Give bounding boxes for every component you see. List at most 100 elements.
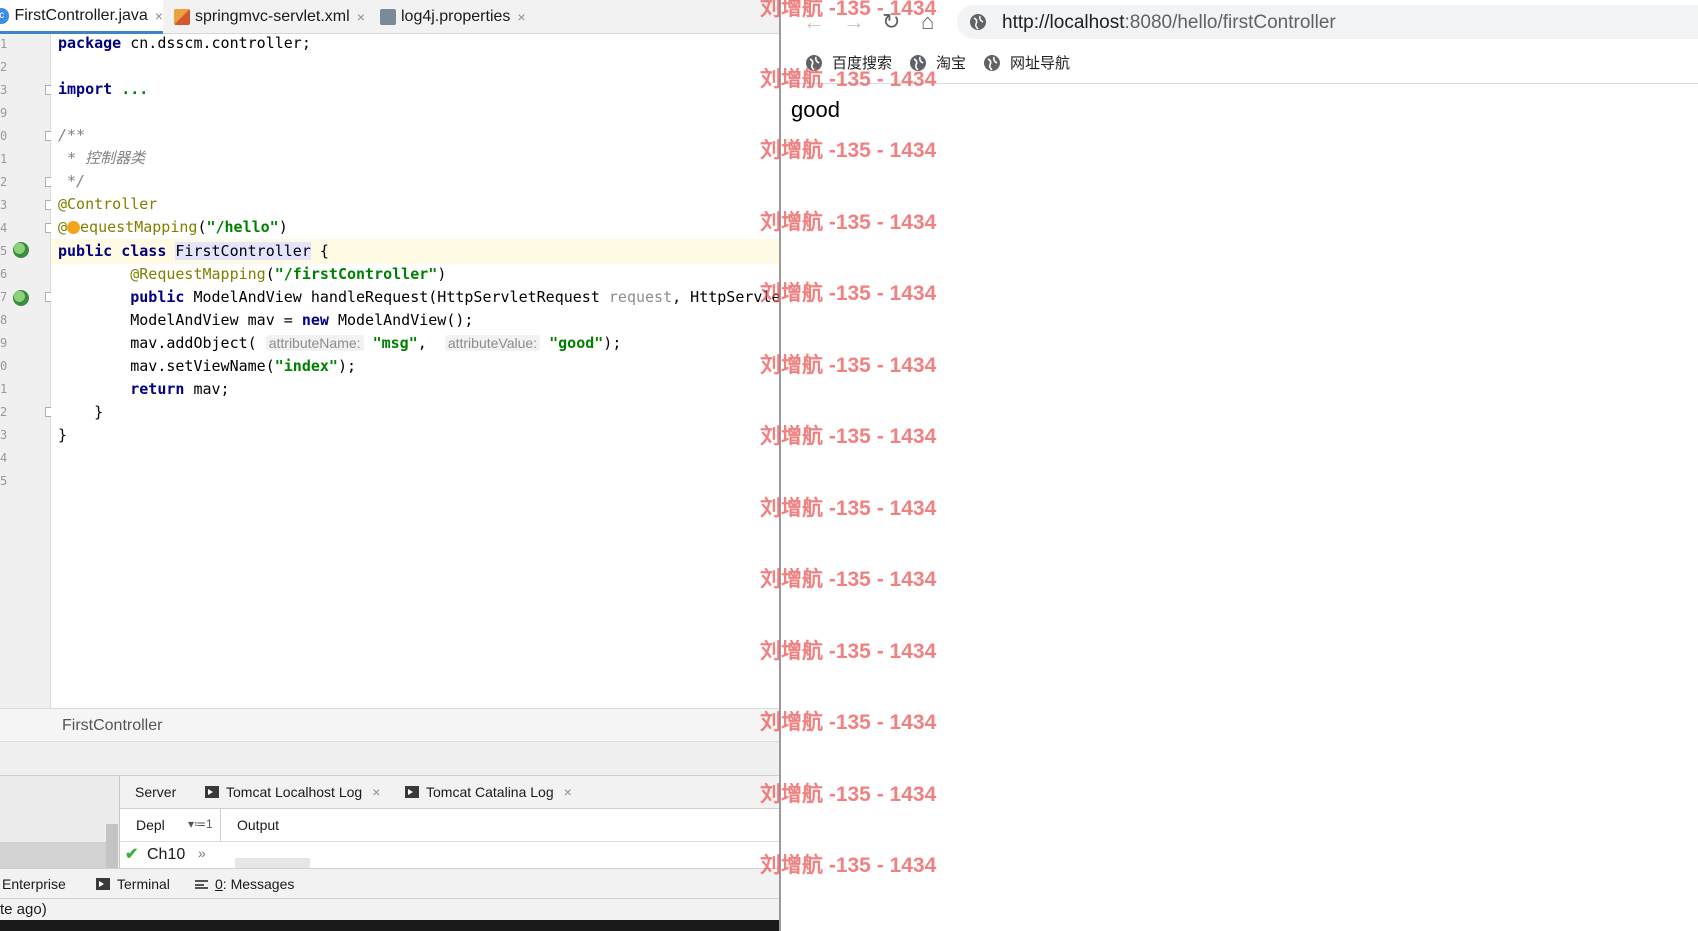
tab-server[interactable]: Server xyxy=(135,784,176,800)
run-gutter-icon[interactable] xyxy=(13,290,29,306)
line-number: 2 xyxy=(0,405,8,419)
bookmark-item[interactable]: 淘宝 xyxy=(909,52,966,73)
code-line: */ xyxy=(58,172,86,190)
line-number: 2 xyxy=(0,60,8,74)
editor-gutter: 1 2 3 9 0 1 2 3 4 5 6 7 8 9 0 1 2 3 4 5 xyxy=(0,34,55,708)
code-line: mav.addObject( attributeName: "msg", att… xyxy=(130,334,622,352)
xml-file-icon xyxy=(174,9,190,25)
parameter-hint: attributeValue: xyxy=(444,335,541,351)
code-line: public class FirstController { xyxy=(58,242,329,260)
code-editor[interactable]: package cn.dsscm.controller; import ... … xyxy=(51,34,779,708)
check-icon: ✔ xyxy=(125,846,139,863)
code-line: import ... xyxy=(58,80,149,98)
code-line: package cn.dsscm.controller; xyxy=(58,34,311,52)
deployment-name: Ch10 xyxy=(147,846,186,863)
deployment-column-label[interactable]: Depl xyxy=(136,817,165,833)
services-tree[interactable] xyxy=(0,776,120,868)
globe-icon xyxy=(910,54,926,71)
code-line: /** xyxy=(58,126,86,144)
run-gutter-icon[interactable] xyxy=(13,242,29,258)
line-number: 2 xyxy=(0,175,8,189)
tool-window-messages[interactable]: 0: Messages xyxy=(195,876,294,892)
tab-tomcat-localhost-log[interactable]: Tomcat Localhost Log × xyxy=(205,784,380,800)
parameter-hint: attributeName: xyxy=(265,335,364,351)
status-text: te ago) xyxy=(0,901,47,918)
tool-window-bar: Enterprise Terminal 0: Messages xyxy=(0,868,779,898)
page-content: good xyxy=(781,85,1698,931)
services-tab-bar: Server Tomcat Localhost Log × Tomcat Cata… xyxy=(120,776,779,809)
panel-divider xyxy=(0,742,779,776)
code-line: } xyxy=(58,426,68,444)
output-placeholder xyxy=(235,858,310,868)
line-number: 4 xyxy=(0,221,8,235)
line-number: 9 xyxy=(0,106,8,120)
line-number: 1 xyxy=(0,37,8,51)
tab-label: log4j.properties xyxy=(401,8,511,25)
deployment-row[interactable]: ✔ Ch10 » xyxy=(120,842,779,868)
bookmarks-bar: 百度搜索 淘宝 网址导航 xyxy=(781,44,1698,84)
tab-label: FirstController.java xyxy=(14,6,148,24)
close-icon[interactable]: × xyxy=(155,8,163,24)
close-icon[interactable]: × xyxy=(517,9,525,25)
line-number: 5 xyxy=(0,474,8,488)
tool-window-terminal[interactable]: Terminal xyxy=(96,876,170,892)
selected-row[interactable] xyxy=(0,842,106,868)
chevron-right-icon[interactable]: » xyxy=(198,845,206,861)
bookmark-item[interactable]: 百度搜索 xyxy=(805,52,892,73)
java-class-icon: c xyxy=(0,7,10,24)
line-number: 8 xyxy=(0,313,8,327)
line-number: 4 xyxy=(0,451,8,465)
address-bar[interactable]: http://localhost:8080/hello/firstControl… xyxy=(957,5,1698,39)
code-line: mav.setViewName("index"); xyxy=(130,357,357,375)
intention-bulb-icon[interactable] xyxy=(67,221,81,234)
globe-icon xyxy=(984,54,1000,71)
line-number: 3 xyxy=(0,83,8,97)
line-number: 3 xyxy=(0,428,8,442)
line-number: 0 xyxy=(0,129,8,143)
close-icon[interactable]: × xyxy=(564,784,572,800)
breadcrumb-item[interactable]: FirstController xyxy=(62,717,162,735)
browser-window: ← → ↻ ⌂ http://localhost:8080/hello/firs… xyxy=(779,0,1698,931)
line-number: 0 xyxy=(0,359,8,373)
tab-log4j-properties[interactable]: log4j.properties × xyxy=(380,0,560,34)
tool-window-enterprise[interactable]: Enterprise xyxy=(2,876,66,892)
line-number: 9 xyxy=(0,336,8,350)
breadcrumb: FirstController xyxy=(0,708,779,742)
code-line: return mav; xyxy=(130,380,230,398)
code-line: public ModelAndView handleRequest(HttpSe… xyxy=(130,288,779,306)
reload-button[interactable]: ↻ xyxy=(882,9,900,35)
line-number: 7 xyxy=(0,290,8,304)
close-icon[interactable]: × xyxy=(372,784,380,800)
tab-label: springmvc-servlet.xml xyxy=(195,8,350,25)
editor-tab-bar: c FirstController.java × springmvc-servl… xyxy=(0,0,779,34)
output-column-label[interactable]: Output xyxy=(237,817,279,833)
line-number: 1 xyxy=(0,152,8,166)
code-line: @Controller xyxy=(58,195,158,213)
tab-firstcontroller-java[interactable]: c FirstController.java × xyxy=(0,0,163,34)
back-button[interactable]: ← xyxy=(803,9,825,35)
terminal-icon xyxy=(205,786,219,798)
globe-icon xyxy=(806,54,822,71)
line-number: 6 xyxy=(0,267,8,281)
page-text: good xyxy=(791,97,840,122)
scrollbar[interactable] xyxy=(106,824,118,868)
status-bar: te ago) xyxy=(0,898,779,920)
properties-file-icon xyxy=(380,9,396,25)
terminal-icon xyxy=(405,786,419,798)
terminal-icon xyxy=(96,878,110,890)
tab-tomcat-catalina-log[interactable]: Tomcat Catalina Log × xyxy=(405,784,572,800)
messages-icon xyxy=(195,879,208,889)
close-icon[interactable]: × xyxy=(357,9,365,25)
sort-dropdown-icon[interactable]: ▾≔1 xyxy=(188,817,213,831)
forward-button[interactable]: → xyxy=(843,9,865,35)
home-button[interactable]: ⌂ xyxy=(921,9,934,35)
services-subheader: Depl ▾≔1 Output xyxy=(120,809,779,868)
line-number: 5 xyxy=(0,244,8,258)
bookmark-item[interactable]: 网址导航 xyxy=(983,52,1070,73)
globe-icon[interactable] xyxy=(969,13,987,31)
url-text[interactable]: http://localhost:8080/hello/firstControl… xyxy=(1002,12,1336,34)
taskbar xyxy=(0,920,779,931)
tab-springmvc-servlet-xml[interactable]: springmvc-servlet.xml × xyxy=(174,0,374,34)
code-line: } xyxy=(58,403,104,421)
browser-toolbar: ← → ↻ ⌂ http://localhost:8080/hello/firs… xyxy=(781,0,1698,44)
